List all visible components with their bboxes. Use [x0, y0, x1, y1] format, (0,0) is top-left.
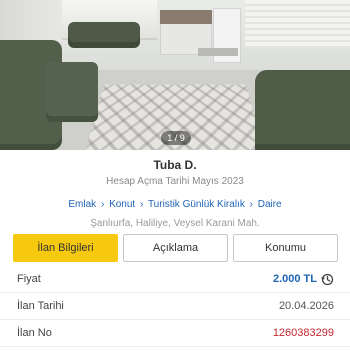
breadcrumb-item-emlak[interactable]: Emlak	[68, 199, 96, 210]
tab-konumu[interactable]: Konumu	[233, 234, 338, 262]
photo-window-blinds	[245, 0, 350, 48]
photo-sofa-right	[255, 70, 350, 150]
detail-tabs: İlan Bilgileri Açıklama Konumu	[13, 234, 338, 262]
photo-armchair	[46, 62, 98, 122]
detail-row-date: İlan Tarihi 20.04.2026	[0, 293, 350, 320]
price-value-group: 2.000 TL	[273, 273, 334, 286]
owner-info: Tuba D. Hesap Açma Tarihi Mayıs 2023	[0, 158, 350, 187]
price-value: 2.000 TL	[272, 273, 317, 285]
breadcrumb-item-daire[interactable]: Daire	[258, 199, 282, 210]
breadcrumb: Emlak › Konut › Turistik Günlük Kiralık …	[0, 199, 350, 210]
photo-kitchen-cabinet	[160, 10, 212, 24]
breadcrumb-separator: ›	[249, 199, 253, 210]
tab-aciklama[interactable]: Açıklama	[123, 234, 228, 262]
listing-details: Fiyat 2.000 TL İlan Tarihi 20.04.2026 İl…	[0, 266, 350, 347]
price-history-icon[interactable]	[321, 273, 334, 286]
detail-row-price: Fiyat 2.000 TL	[0, 266, 350, 293]
breadcrumb-separator: ›	[100, 199, 105, 210]
listing-date-label: İlan Tarihi	[17, 300, 64, 312]
listing-photo-gallery[interactable]: 1 / 9	[0, 0, 350, 150]
photo-table	[198, 48, 238, 56]
breadcrumb-item-turistik[interactable]: Turistik Günlük Kiralık	[148, 199, 245, 210]
price-label: Fiyat	[17, 273, 41, 285]
owner-account-date: Hesap Açma Tarihi Mayıs 2023	[106, 176, 244, 187]
photo-sofa-back	[68, 22, 140, 48]
tab-ilan-bilgileri[interactable]: İlan Bilgileri	[13, 234, 118, 262]
detail-row-number: İlan No 1260383299	[0, 320, 350, 347]
breadcrumb-item-konut[interactable]: Konut	[109, 199, 135, 210]
photo-counter: 1 / 9	[161, 131, 191, 145]
listing-number-label: İlan No	[17, 327, 52, 339]
listing-location: Şanlıurfa, Haliliye, Veysel Karani Mah.	[90, 218, 260, 229]
listing-number-value: 1260383299	[272, 327, 334, 339]
owner-name[interactable]: Tuba D.	[0, 158, 350, 174]
listing-date-value: 20.04.2026	[278, 300, 334, 312]
breadcrumb-separator: ›	[139, 199, 144, 210]
